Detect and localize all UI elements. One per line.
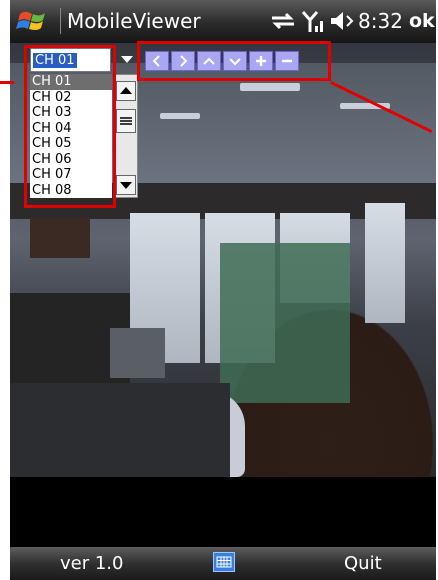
ok-button[interactable]: ok (409, 8, 435, 34)
quit-softkey[interactable]: Quit (344, 553, 382, 575)
scroll-up-button[interactable] (116, 81, 136, 101)
signal-strength-icon[interactable] (301, 8, 327, 34)
channel-list-highlight (24, 45, 116, 208)
video-light (160, 113, 200, 119)
ptz-controls-highlight (137, 41, 331, 81)
chevron-down-icon[interactable] (120, 52, 134, 66)
device-screen: MobileViewer 8:32 ok CH 01 CH 01 CH 02 C… (10, 0, 436, 580)
grip-icon (120, 117, 132, 125)
chevron-up-icon (120, 87, 132, 94)
connectivity-icon[interactable] (268, 8, 298, 34)
softkey-bar: ver 1.0 Quit (10, 547, 436, 580)
video-window (365, 203, 405, 323)
scroll-down-button[interactable] (116, 175, 136, 195)
video-light (240, 83, 300, 91)
video-desk (10, 383, 230, 477)
video-letterbox (10, 477, 436, 547)
callout-line-left (0, 81, 14, 84)
video-monitor (110, 328, 165, 378)
keyboard-grid (216, 556, 232, 568)
windows-start-icon[interactable] (14, 6, 54, 36)
video-shelf (220, 243, 350, 403)
video-wall-poster (30, 218, 90, 258)
volume-icon[interactable] (328, 8, 356, 34)
app-title: MobileViewer (67, 9, 201, 33)
chevron-down-icon (120, 182, 132, 189)
title-separator (60, 8, 61, 34)
clock[interactable]: 8:32 (358, 8, 403, 34)
title-bar: MobileViewer 8:32 ok (10, 0, 436, 43)
keyboard-icon[interactable] (213, 552, 235, 572)
channel-list-scrollbar[interactable] (114, 74, 138, 198)
scroll-thumb[interactable] (116, 109, 136, 133)
version-softkey[interactable]: ver 1.0 (60, 553, 123, 575)
